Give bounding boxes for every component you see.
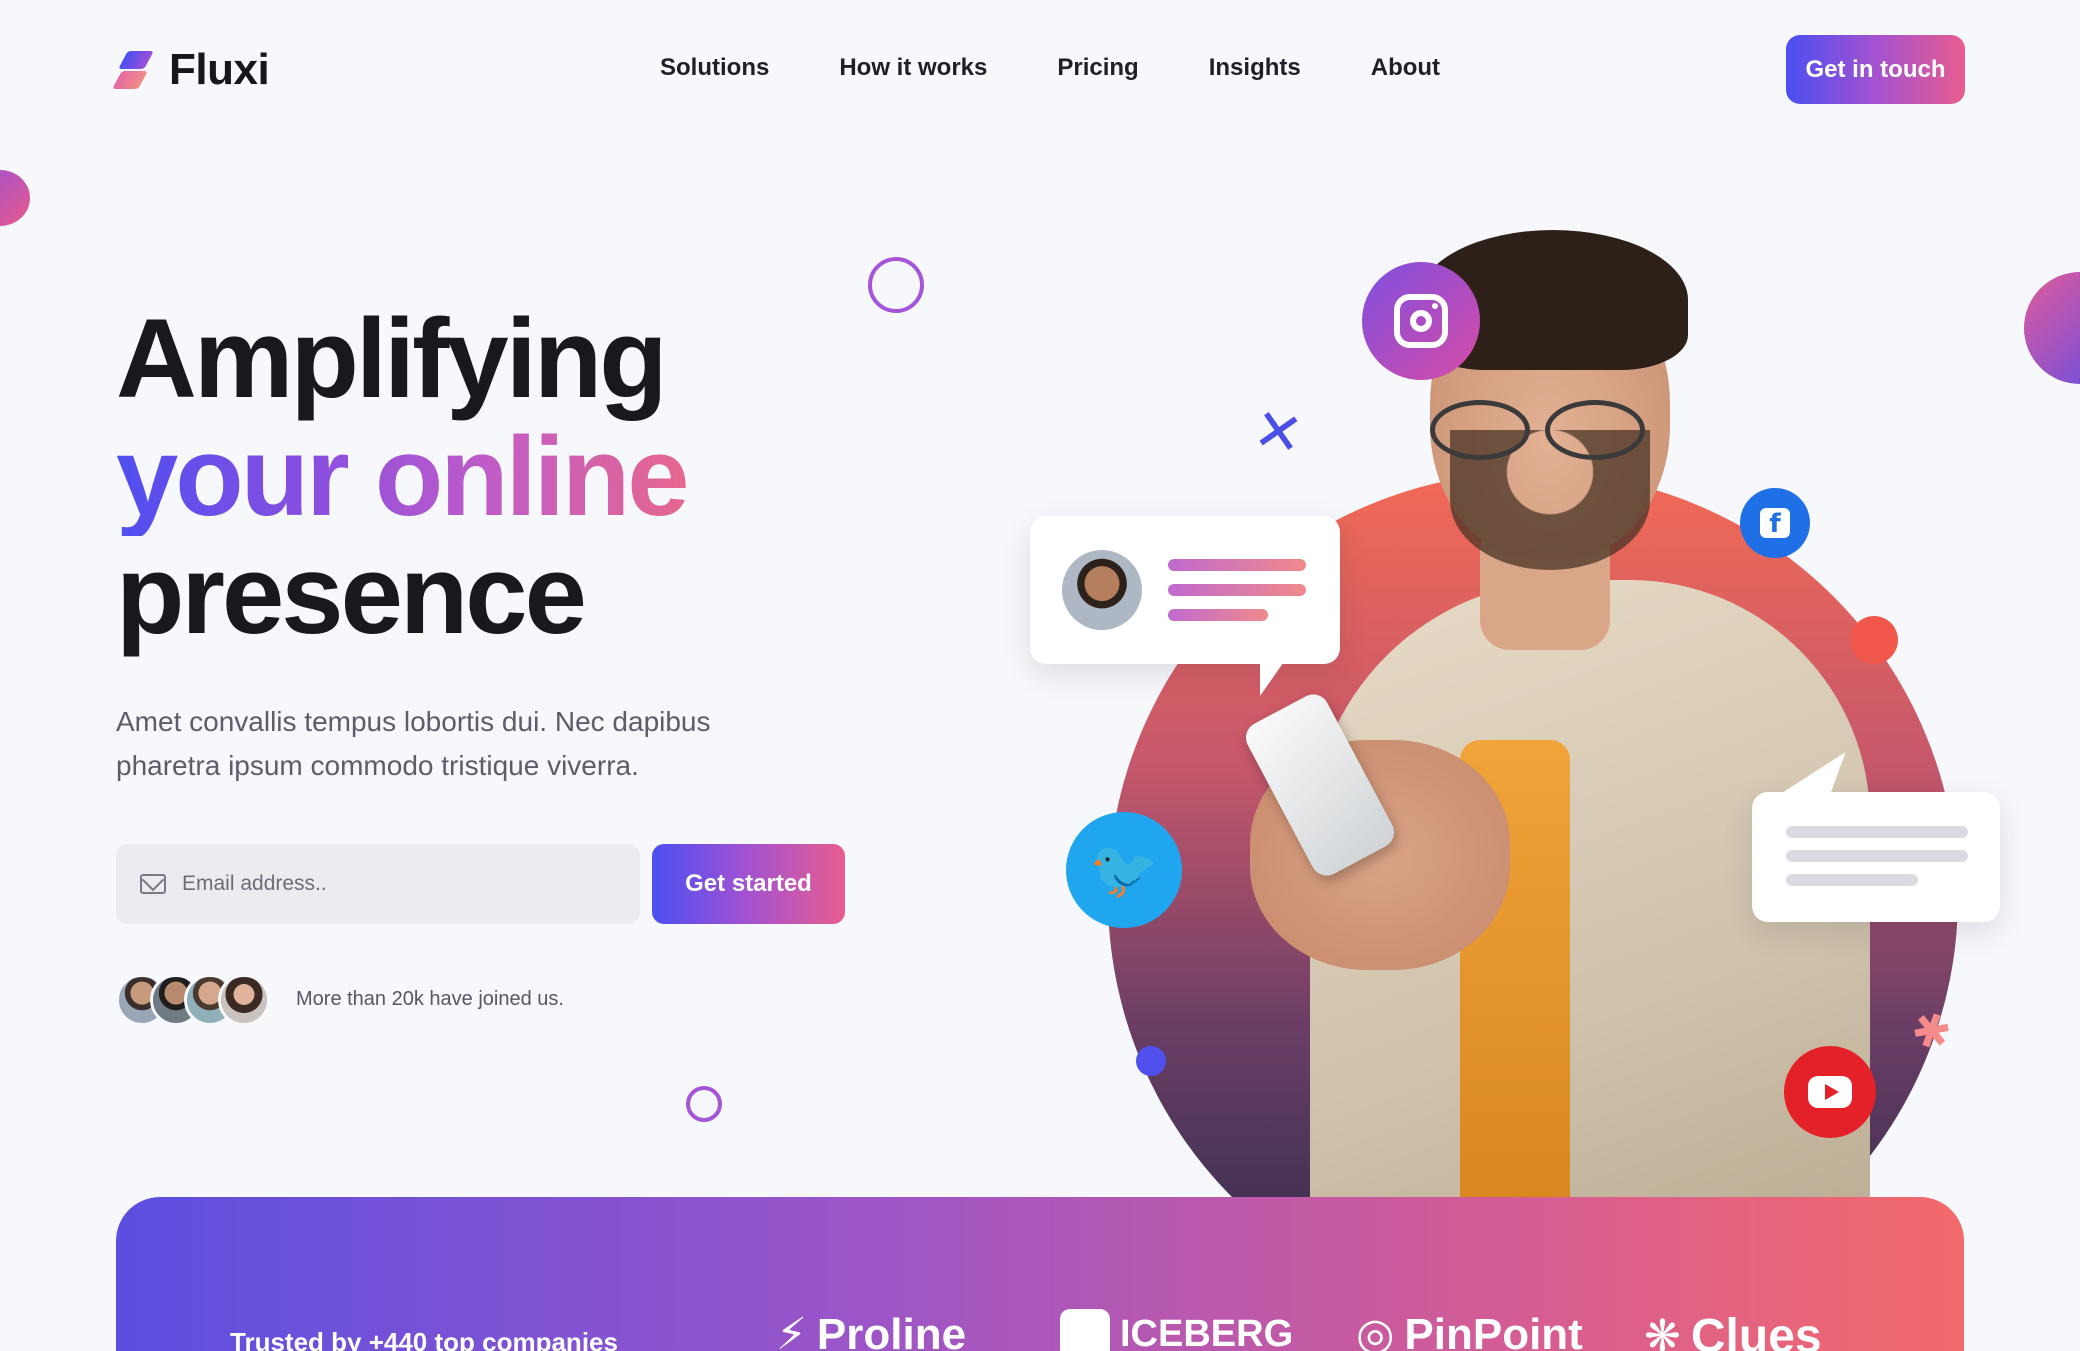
lightning-icon: ⚡ <box>776 1309 807 1351</box>
decorative-blob <box>0 170 30 226</box>
glasses <box>1430 400 1670 460</box>
nav-item-how-it-works[interactable]: How it works <box>839 54 987 82</box>
hero-subtext: Amet convallis tempus lobortis dui. Nec … <box>116 706 711 781</box>
instagram-icon <box>1362 262 1480 380</box>
headline-line-2: your online <box>116 414 690 539</box>
avatar-group <box>116 974 270 1026</box>
facebook-icon: f <box>1740 488 1810 558</box>
company-logo-proline: ⚡ Proline <box>776 1309 966 1351</box>
paw-icon: ❋ <box>1644 1311 1681 1351</box>
twitter-icon: 🐦 <box>1066 812 1182 928</box>
decorative-blob <box>2024 272 2080 384</box>
youtube-icon <box>1784 1046 1876 1138</box>
company-name: Clues <box>1690 1310 1822 1351</box>
hero-headline: Amplifying your online presence <box>116 296 690 657</box>
chat-bubble-card <box>1752 752 2000 922</box>
nav-item-insights[interactable]: Insights <box>1209 54 1301 82</box>
mail-icon <box>140 874 166 894</box>
chat-bubble-card <box>1030 516 1340 696</box>
company-logo-iceberg: ICEBERG <box>1060 1309 1293 1351</box>
company-logo-pinpoint: ◎ PinPoint <box>1356 1309 1583 1351</box>
main-nav: Solutions How it works Pricing Insights … <box>660 54 1440 82</box>
trusted-label: Trusted by +440 top companies <box>230 1327 618 1351</box>
company-name: PinPoint <box>1404 1309 1583 1351</box>
company-name: ICEBERG <box>1120 1312 1294 1351</box>
decorative-dot <box>1850 616 1898 664</box>
message-line <box>1168 584 1306 596</box>
company-name: Proline <box>816 1309 967 1351</box>
nav-item-solutions[interactable]: Solutions <box>660 54 769 82</box>
message-line <box>1786 826 1968 838</box>
decorative-dot <box>1136 1046 1166 1076</box>
email-input[interactable] <box>182 872 602 896</box>
avatar <box>1062 550 1142 630</box>
bubble-tail <box>1260 656 1288 696</box>
get-started-button[interactable]: Get started <box>652 844 845 924</box>
iceberg-icon <box>1060 1309 1110 1351</box>
message-line <box>1786 874 1918 886</box>
company-logo-clues: ❋ Clues <box>1644 1309 1822 1351</box>
nav-item-pricing[interactable]: Pricing <box>1057 54 1138 82</box>
joined-count-text: More than 20k have joined us. <box>296 988 564 1010</box>
target-icon: ◎ <box>1356 1309 1395 1351</box>
decorative-ring <box>868 257 924 313</box>
nav-item-about[interactable]: About <box>1371 54 1440 82</box>
decorative-ring <box>686 1086 722 1122</box>
message-line <box>1786 850 1968 862</box>
logo-icon <box>112 49 155 91</box>
brand-logo[interactable]: Fluxi <box>112 45 270 95</box>
email-field-container <box>116 844 640 924</box>
trusted-companies-band: Trusted by +440 top companies ⚡ Proline … <box>116 1197 1964 1351</box>
headline-line-1: Amplifying <box>116 296 668 421</box>
headline-line-3: presence <box>116 532 587 657</box>
get-in-touch-button[interactable]: Get in touch <box>1786 35 1965 104</box>
message-line <box>1168 559 1306 571</box>
brand-name: Fluxi <box>169 45 270 94</box>
message-line <box>1168 609 1268 621</box>
avatar <box>218 974 270 1026</box>
